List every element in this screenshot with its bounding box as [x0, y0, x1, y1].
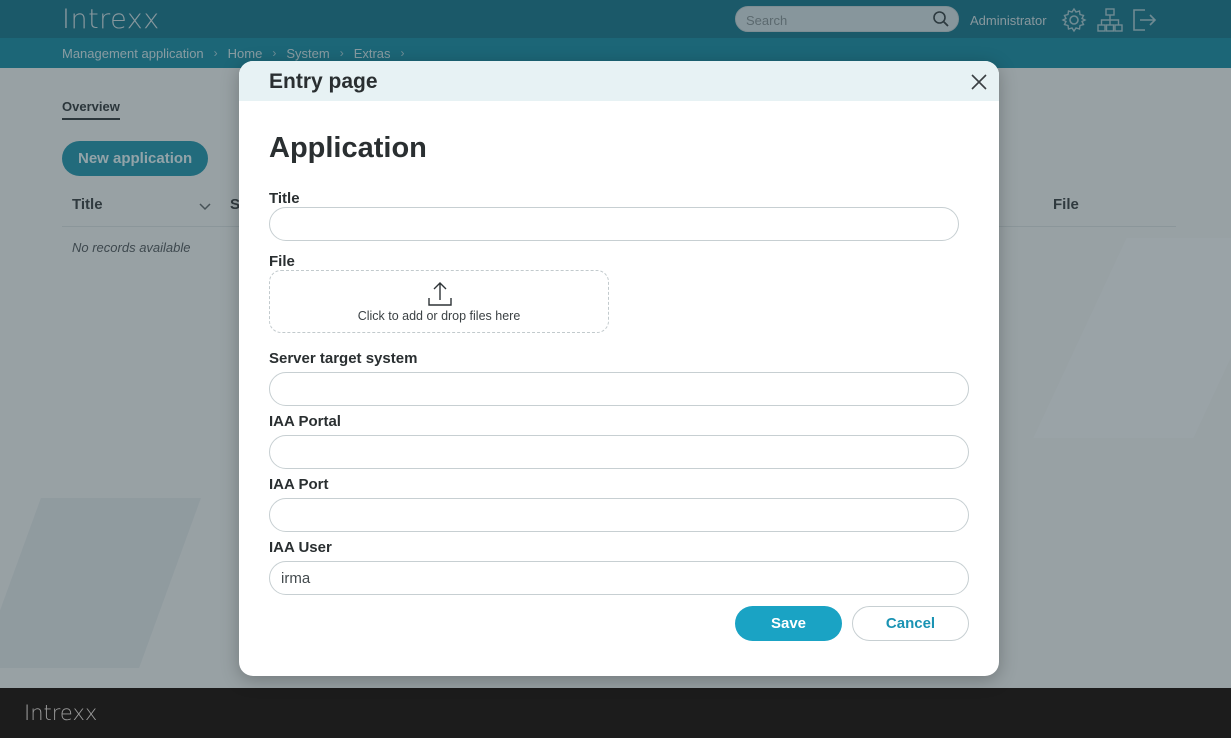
file-dropzone[interactable]: Click to add or drop files here [269, 270, 609, 333]
save-button[interactable]: Save [735, 606, 842, 641]
cancel-button[interactable]: Cancel [852, 606, 969, 641]
footer-brand: Intrexx [24, 701, 98, 725]
entry-dialog: Entry page Application Title File Click … [239, 61, 999, 676]
iaa-user-label: IAA User [269, 539, 332, 556]
iaa-portal-input[interactable] [269, 435, 969, 469]
iaa-port-input[interactable] [269, 498, 969, 532]
close-icon[interactable] [969, 73, 989, 95]
iaa-portal-label: IAA Portal [269, 413, 341, 430]
file-label: File [269, 253, 295, 270]
iaa-user-input[interactable] [269, 561, 969, 595]
title-label: Title [269, 190, 300, 207]
iaa-port-label: IAA Port [269, 476, 329, 493]
server-target-system-input[interactable] [269, 372, 969, 406]
dropzone-text: Click to add or drop files here [357, 309, 521, 323]
upload-icon [427, 281, 453, 312]
server-target-system-label: Server target system [269, 350, 418, 367]
dialog-title: Entry page [269, 70, 378, 93]
dialog-header: Entry page [239, 61, 999, 101]
section-title: Application [269, 132, 427, 164]
footer: Intrexx [0, 688, 1231, 738]
close-button[interactable] [967, 71, 991, 95]
title-input[interactable] [269, 207, 959, 241]
